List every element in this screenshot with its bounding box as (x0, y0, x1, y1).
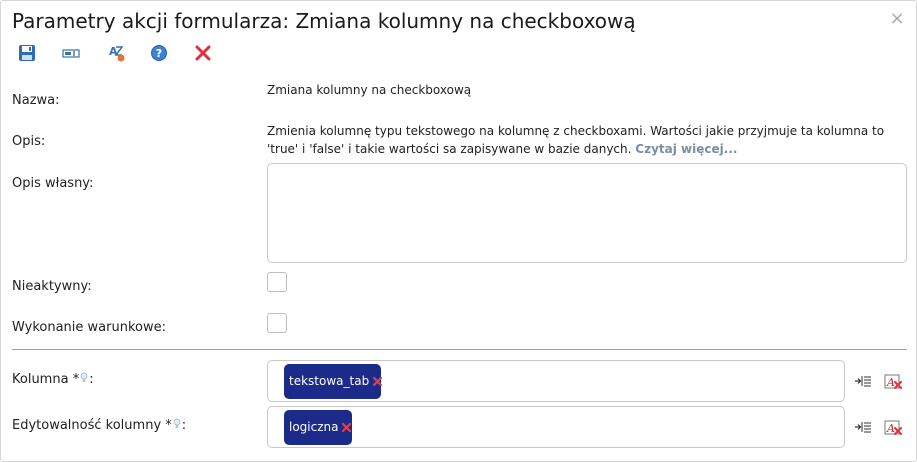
clear-field-icon[interactable]: A (883, 417, 903, 437)
rename-button[interactable] (61, 43, 81, 63)
conditional-checkbox[interactable] (267, 313, 287, 333)
column-label-row: Kolumna *: (12, 372, 94, 387)
help-button[interactable]: ? (149, 43, 169, 63)
close-icon[interactable]: × (887, 9, 907, 29)
dialog-title: Parametry akcji formularza: Zmiana kolum… (12, 9, 636, 33)
column-tagbox[interactable]: tekstowa_tab (267, 360, 845, 402)
column-tag-text: tekstowa_tab (289, 374, 370, 388)
custom-description-input[interactable] (267, 163, 907, 263)
column-tag: tekstowa_tab (284, 364, 383, 399)
inactive-checkbox[interactable] (267, 272, 287, 292)
editability-tag: logiczna (284, 410, 352, 445)
remove-tag-icon[interactable] (373, 377, 383, 386)
spellcheck-icon: A (109, 45, 125, 62)
editability-label-row: Edytowalność kolumny *: (12, 418, 186, 433)
save-button[interactable] (17, 43, 37, 63)
description-value: Zmienia kolumnę typu tekstowego na kolum… (267, 122, 897, 158)
red-x-icon (195, 45, 211, 61)
custom-description-label: Opis własny: (12, 176, 94, 191)
editability-label: Edytowalność kolumny (12, 418, 162, 433)
column-label: Kolumna (12, 372, 69, 387)
spellcheck-button[interactable]: A (107, 43, 127, 63)
description-text: Zmienia kolumnę typu tekstowego na kolum… (267, 124, 885, 156)
editability-label-suffix: : (181, 418, 187, 433)
toolbar: A ? (1, 43, 301, 65)
separator (12, 349, 907, 350)
delete-button[interactable] (193, 43, 213, 63)
dialog: Parametry akcji formularza: Zmiana kolum… (0, 0, 917, 462)
remove-tag-icon[interactable] (342, 423, 352, 432)
editability-tag-text: logiczna (289, 420, 339, 434)
editability-tagbox[interactable]: logiczna (267, 406, 845, 448)
textbox-icon (62, 49, 80, 58)
inactive-label: Nieaktywny: (12, 279, 92, 294)
description-label: Opis: (12, 134, 46, 149)
required-mark: * (165, 418, 172, 433)
lightbulb-icon[interactable] (173, 418, 181, 433)
floppy-disk-icon (19, 45, 35, 61)
lightbulb-icon[interactable] (80, 372, 88, 387)
svg-text:A: A (886, 422, 895, 435)
read-more-link[interactable]: Czytaj więcej... (635, 142, 737, 156)
select-list-icon[interactable] (853, 371, 873, 391)
svg-text:?: ? (156, 47, 162, 60)
select-list-icon[interactable] (853, 417, 873, 437)
svg-text:A: A (886, 376, 895, 389)
name-label: Nazwa: (12, 93, 60, 108)
column-label-suffix: : (89, 372, 94, 387)
clear-field-icon[interactable]: A (883, 371, 903, 391)
required-mark: * (72, 372, 80, 387)
conditional-label: Wykonanie warunkowe: (12, 320, 166, 335)
question-icon: ? (151, 45, 167, 61)
name-value: Zmiana kolumny na checkboxową (267, 83, 472, 97)
